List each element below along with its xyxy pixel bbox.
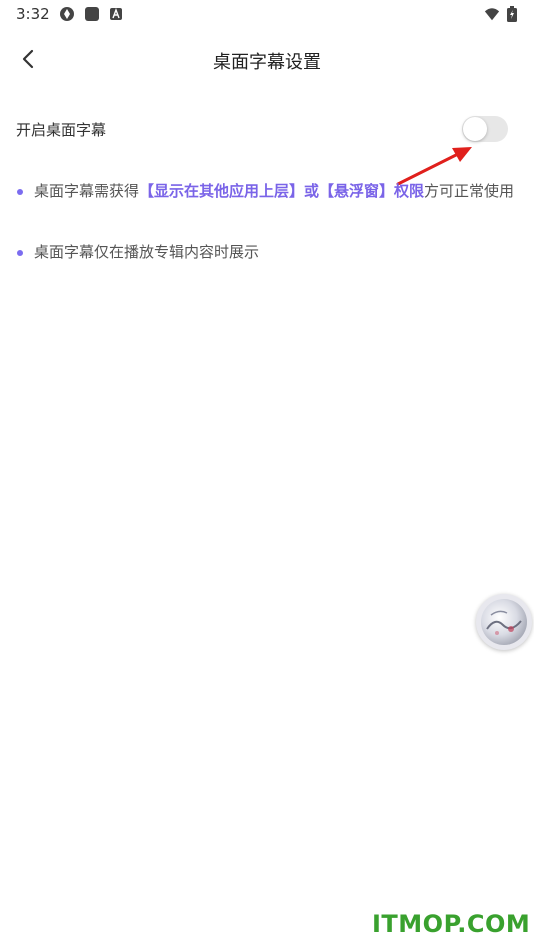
aperture-icon <box>59 6 75 22</box>
note-prefix: 桌面字幕需获得 <box>34 182 140 200</box>
permission-note-text: 桌面字幕需获得【显示在其他应用上层】或【悬浮窗】权限方可正常使用 <box>14 178 522 204</box>
wifi-icon <box>484 6 500 22</box>
permission-note: 桌面字幕需获得【显示在其他应用上层】或【悬浮窗】权限方可正常使用 <box>14 178 522 204</box>
desktop-lyrics-toggle[interactable] <box>462 116 508 142</box>
header: 桌面字幕设置 <box>0 36 534 82</box>
watermark: ITMOP.COM <box>372 910 531 938</box>
floating-player-avatar[interactable] <box>476 594 532 650</box>
desktop-lyrics-label: 开启桌面字幕 <box>16 121 107 139</box>
display-condition-note-text: 桌面字幕仅在播放专辑内容时展示 <box>34 243 260 261</box>
display-condition-note: 桌面字幕仅在播放专辑内容时展示 <box>14 239 522 265</box>
bullet-dot <box>17 250 23 256</box>
permission-highlight-link[interactable]: 【显示在其他应用上层】或【悬浮窗】权限 <box>139 182 424 200</box>
album-cover-image <box>481 599 527 645</box>
note-suffix: 方可正常使用 <box>424 182 515 200</box>
a-icon <box>108 6 124 22</box>
toggle-knob <box>463 117 487 141</box>
battery-charging-icon <box>507 6 517 22</box>
page-title: 桌面字幕设置 <box>213 52 321 73</box>
bullet-dot <box>17 189 23 195</box>
status-time: 3:32 <box>16 5 50 23</box>
square-icon <box>84 6 100 22</box>
status-bar: 3:32 <box>0 0 534 28</box>
